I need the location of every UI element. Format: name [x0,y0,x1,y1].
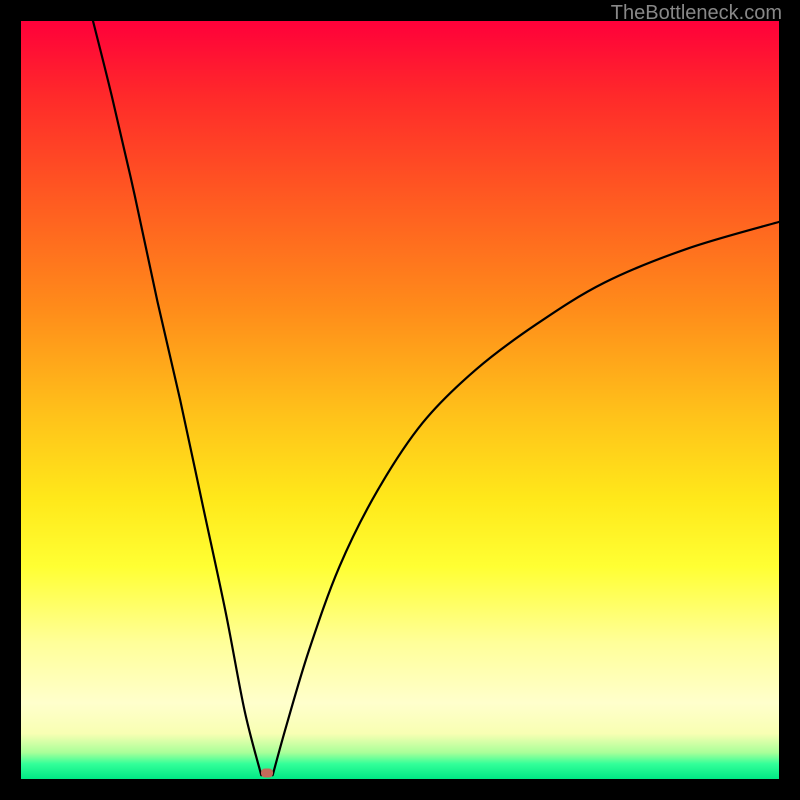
watermark-text: TheBottleneck.com [611,2,782,25]
chart-plot-area [21,21,779,779]
chart-curve [21,21,779,779]
curve-left-branch [93,21,261,775]
minimum-marker [261,768,273,777]
curve-right-branch [273,222,779,775]
